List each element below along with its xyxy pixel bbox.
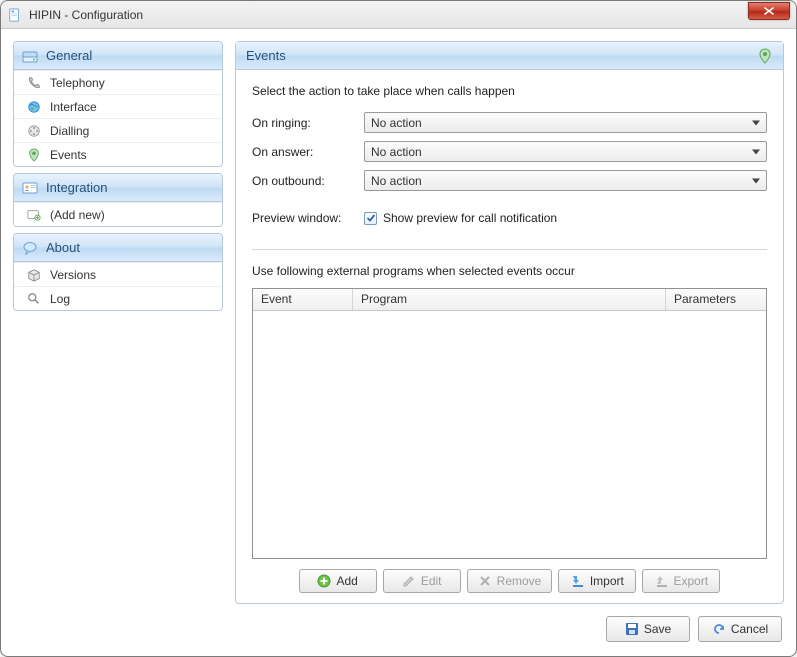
on-outbound-select[interactable]: No action (364, 170, 767, 191)
panel-header: Events (236, 42, 783, 70)
select-value: No action (371, 116, 422, 130)
button-label: Cancel (731, 622, 768, 636)
save-button[interactable]: Save (606, 616, 690, 642)
undo-icon (712, 622, 726, 636)
add-icon (317, 574, 331, 588)
col-event[interactable]: Event (253, 289, 353, 310)
sidebar-item-label: Log (50, 292, 70, 306)
main-panel: Events Select the action to take place w… (235, 41, 784, 604)
import-icon (571, 574, 585, 588)
sidebar-item-label: Telephony (50, 76, 105, 90)
select-value: No action (371, 174, 422, 188)
sidebar-item-versions[interactable]: Versions (14, 262, 222, 286)
events-icon (26, 147, 42, 163)
title-bar: HIPIN - Configuration (1, 1, 796, 29)
save-icon (625, 622, 639, 636)
sidebar-group-integration: Integration (Add new) (13, 173, 223, 227)
box-icon (26, 267, 42, 283)
sidebar-header-general[interactable]: General (14, 42, 222, 70)
export-button[interactable]: Export (642, 569, 720, 593)
speech-bubble-icon (22, 240, 38, 256)
button-label: Export (674, 574, 709, 588)
sidebar-item-label: (Add new) (50, 208, 105, 222)
app-icon (7, 7, 23, 23)
phone-icon (26, 75, 42, 91)
dialog-footer: Save Cancel (13, 616, 784, 644)
sidebar-group-label: About (46, 240, 80, 255)
contact-card-icon (22, 180, 38, 196)
preview-window-label: Preview window: (252, 211, 364, 225)
preview-checkbox-label: Show preview for call notification (383, 211, 557, 225)
sidebar-item-telephony[interactable]: Telephony (14, 70, 222, 94)
sidebar-group-general: General Telephony Interface (13, 41, 223, 167)
edit-button[interactable]: Edit (383, 569, 461, 593)
col-parameters[interactable]: Parameters (666, 289, 766, 310)
table-body (253, 311, 766, 558)
divider (252, 249, 767, 250)
on-ringing-select[interactable]: No action (364, 112, 767, 133)
sidebar-header-integration[interactable]: Integration (14, 174, 222, 202)
remove-button[interactable]: Remove (467, 569, 553, 593)
on-ringing-label: On ringing: (252, 116, 364, 130)
on-answer-label: On answer: (252, 145, 364, 159)
sidebar: General Telephony Interface (13, 41, 223, 604)
window-title: HIPIN - Configuration (29, 8, 748, 22)
sidebar-item-interface[interactable]: Interface (14, 94, 222, 118)
programs-table[interactable]: Event Program Parameters (252, 288, 767, 559)
import-button[interactable]: Import (558, 569, 636, 593)
button-label: Import (590, 574, 624, 588)
sidebar-item-add-new[interactable]: (Add new) (14, 202, 222, 226)
add-card-icon (26, 207, 42, 223)
sidebar-header-about[interactable]: About (14, 234, 222, 262)
programs-instruction: Use following external programs when sel… (252, 264, 767, 278)
sidebar-group-about: About Versions Log (13, 233, 223, 311)
select-value: No action (371, 145, 422, 159)
config-window: HIPIN - Configuration General (0, 0, 797, 657)
drive-icon (22, 48, 38, 64)
button-label: Edit (421, 574, 442, 588)
sidebar-item-label: Events (50, 148, 87, 162)
sidebar-item-events[interactable]: Events (14, 142, 222, 166)
export-icon (655, 574, 669, 588)
sidebar-item-label: Interface (50, 100, 97, 114)
close-button[interactable] (748, 2, 790, 20)
col-program[interactable]: Program (353, 289, 666, 310)
panel-content: Select the action to take place when cal… (236, 70, 783, 603)
sidebar-item-dialling[interactable]: Dialling (14, 118, 222, 142)
dial-icon (26, 123, 42, 139)
instruction-text: Select the action to take place when cal… (252, 84, 767, 98)
sidebar-item-log[interactable]: Log (14, 286, 222, 310)
sidebar-item-label: Dialling (50, 124, 89, 138)
button-label: Remove (497, 574, 542, 588)
on-outbound-label: On outbound: (252, 174, 364, 188)
on-answer-select[interactable]: No action (364, 141, 767, 162)
events-header-icon (757, 48, 773, 64)
sidebar-group-label: General (46, 48, 92, 63)
sidebar-group-label: Integration (46, 180, 107, 195)
edit-icon (402, 574, 416, 588)
add-button[interactable]: Add (299, 569, 377, 593)
window-body: General Telephony Interface (1, 29, 796, 656)
programs-button-bar: Add Edit Remove (252, 569, 767, 593)
sidebar-item-label: Versions (50, 268, 96, 282)
panel-title: Events (246, 48, 286, 63)
magnifier-icon (26, 291, 42, 307)
globe-icon (26, 99, 42, 115)
cancel-button[interactable]: Cancel (698, 616, 782, 642)
button-label: Add (336, 574, 357, 588)
table-header: Event Program Parameters (253, 289, 766, 311)
button-label: Save (644, 622, 671, 636)
remove-icon (478, 574, 492, 588)
preview-checkbox[interactable] (364, 212, 377, 225)
